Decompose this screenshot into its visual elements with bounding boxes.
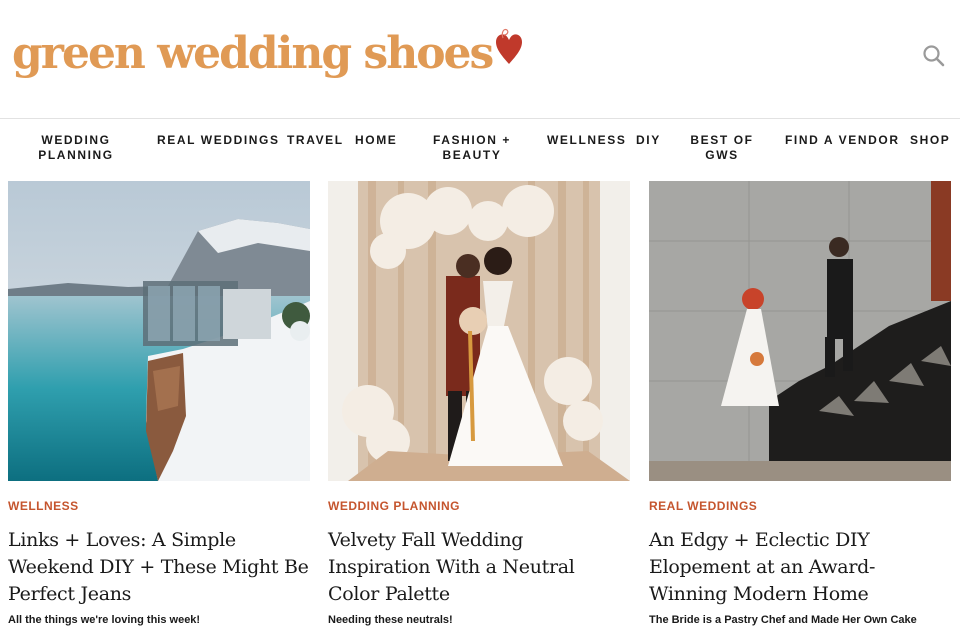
nav-item-shop[interactable]: SHOP <box>910 133 950 148</box>
search-icon[interactable] <box>922 44 946 68</box>
post-excerpt: All the things we're loving this week! <box>8 614 201 626</box>
site-header: green wedding shoes <box>0 0 960 118</box>
post-category[interactable]: WELLNESS <box>8 499 310 513</box>
post-card[interactable]: WEDDING PLANNING Velvety Fall Wedding In… <box>328 181 630 626</box>
nav-item-best-of-gws[interactable]: BEST OF GWS <box>688 133 756 163</box>
post-card[interactable]: REAL WEDDINGS An Edgy + Eclectic DIY Elo… <box>649 181 951 626</box>
logo-text: green wedding shoes <box>12 28 494 79</box>
post-title[interactable]: An Edgy + Eclectic DIY Elopement at an A… <box>649 527 951 608</box>
post-excerpt: The Bride is a Pastry Chef and Made Her … <box>649 614 917 626</box>
site-logo[interactable]: green wedding shoes <box>12 28 524 80</box>
post-excerpt: Needing these neutrals! <box>328 614 453 626</box>
nav-item-wellness[interactable]: WELLNESS <box>547 133 626 148</box>
post-image[interactable] <box>8 181 310 481</box>
post-image[interactable] <box>328 181 630 481</box>
post-image[interactable] <box>649 181 951 481</box>
nav-item-fashion-beauty[interactable]: FASHION + BEAUTY <box>428 133 516 163</box>
nav-item-real-weddings[interactable]: REAL WEDDINGS <box>157 133 280 148</box>
post-category[interactable]: REAL WEDDINGS <box>649 499 951 513</box>
nav-item-diy[interactable]: DIY <box>636 133 661 148</box>
nav-item-wedding-planning[interactable]: WEDDING PLANNING <box>34 133 118 163</box>
nav-item-find-a-vendor[interactable]: FIND A VENDOR <box>785 133 900 148</box>
post-card[interactable]: WELLNESS Links + Loves: A Simple Weekend… <box>8 181 310 626</box>
post-title[interactable]: Velvety Fall Wedding Inspiration With a … <box>328 527 630 608</box>
main-nav: WEDDING PLANNING REAL WEDDINGS TRAVEL HO… <box>0 119 960 177</box>
post-title[interactable]: Links + Loves: A Simple Weekend DIY + Th… <box>8 527 310 608</box>
heart-icon <box>494 26 524 71</box>
post-category[interactable]: WEDDING PLANNING <box>328 499 630 513</box>
nav-item-home[interactable]: HOME <box>355 133 397 148</box>
nav-item-travel[interactable]: TRAVEL <box>287 133 344 148</box>
